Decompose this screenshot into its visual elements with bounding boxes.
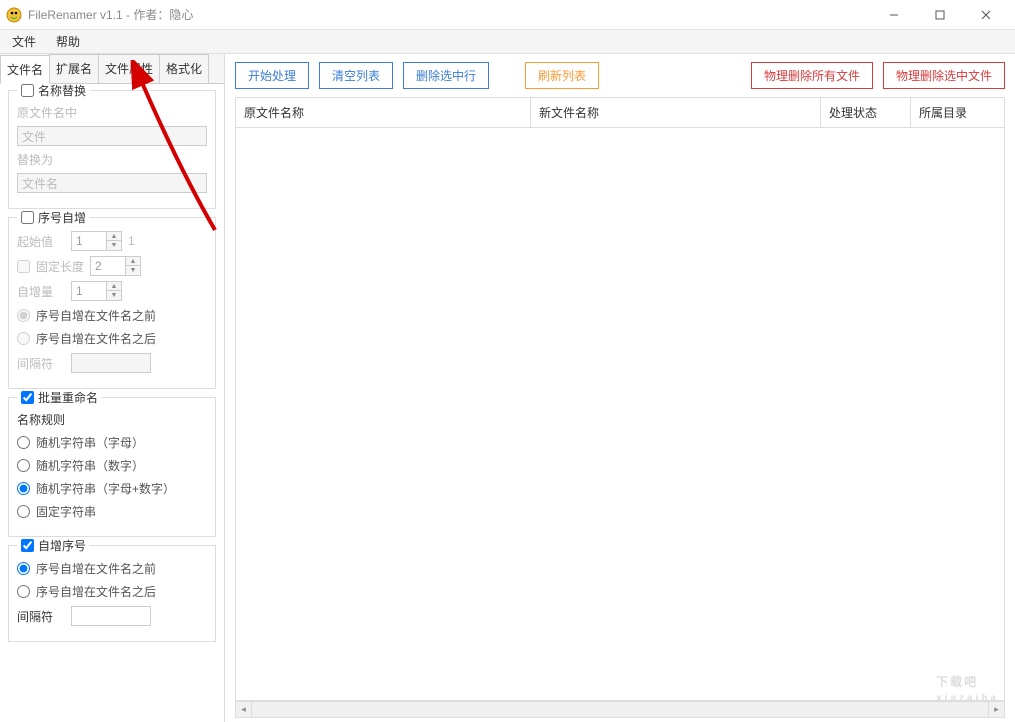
col-status[interactable]: 处理状态 — [821, 98, 911, 127]
horizontal-scrollbar[interactable]: ◂ ▸ — [235, 701, 1005, 718]
col-original[interactable]: 原文件名称 — [236, 98, 531, 127]
replace-to-input[interactable] — [17, 173, 207, 193]
chevron-down-icon[interactable]: ▼ — [107, 241, 121, 250]
autoinc-after-radio[interactable] — [17, 332, 30, 345]
start-suffix: 1 — [128, 234, 135, 248]
start-button[interactable]: 开始处理 — [235, 62, 309, 89]
group-replace: 名称替换 原文件名中 替换为 — [8, 90, 216, 209]
incseq-legend: 自增序号 — [38, 537, 86, 554]
titlebar: FileRenamer v1.1 - 作者：隐心 — [0, 0, 1015, 30]
autoinc-before-radio[interactable] — [17, 309, 30, 322]
fixedlen-label: 固定长度 — [36, 258, 84, 275]
tab-filename[interactable]: 文件名 — [0, 55, 50, 84]
incseq-after-radio[interactable] — [17, 585, 30, 598]
start-spinner[interactable]: ▲▼ — [71, 231, 122, 251]
left-panel: 文件名 扩展名 文件属性 格式化 名称替换 原文件名中 替换为 — [0, 54, 225, 722]
autoinc-checkbox[interactable] — [21, 211, 34, 224]
batch-checkbox[interactable] — [21, 391, 34, 404]
replace-from-input[interactable] — [17, 126, 207, 146]
batch-alpha-radio[interactable] — [17, 436, 30, 449]
delete-selected-button[interactable]: 删除选中行 — [403, 62, 489, 89]
chevron-down-icon[interactable]: ▼ — [107, 291, 121, 300]
tab-attributes[interactable]: 文件属性 — [98, 54, 160, 83]
autoinc-sep-input[interactable] — [71, 353, 151, 373]
tab-format[interactable]: 格式化 — [159, 54, 209, 83]
chevron-up-icon[interactable]: ▲ — [107, 282, 121, 291]
batch-digit-radio[interactable] — [17, 459, 30, 472]
step-label: 自增量 — [17, 283, 65, 300]
chevron-down-icon[interactable]: ▼ — [126, 266, 140, 275]
batch-digit-label: 随机字符串（数字） — [36, 457, 144, 474]
table-header: 原文件名称 新文件名称 处理状态 所属目录 — [235, 97, 1005, 128]
left-tabs: 文件名 扩展名 文件属性 格式化 — [0, 54, 224, 84]
batch-legend: 批量重命名 — [38, 389, 98, 406]
batch-alnum-radio[interactable] — [17, 482, 30, 495]
batch-alnum-label: 随机字符串（字母+数字） — [36, 480, 175, 497]
scroll-right-icon[interactable]: ▸ — [988, 701, 1005, 718]
autoinc-sep-label: 间隔符 — [17, 355, 65, 372]
autoinc-after-label: 序号自增在文件名之后 — [36, 330, 156, 347]
menubar: 文件 帮助 — [0, 30, 1015, 54]
col-dir[interactable]: 所属目录 — [911, 98, 1005, 127]
group-autoinc: 序号自增 起始值 ▲▼ 1 固定长度 ▲▼ 自增量 ▲▼ 序号自增在文件名之前 — [8, 217, 216, 389]
minimize-button[interactable] — [871, 0, 917, 30]
maximize-button[interactable] — [917, 0, 963, 30]
hard-delete-selected-button[interactable]: 物理删除选中文件 — [883, 62, 1005, 89]
left-content: 名称替换 原文件名中 替换为 序号自增 起始值 ▲▼ 1 — [0, 84, 224, 722]
step-spinner[interactable]: ▲▼ — [71, 281, 122, 301]
incseq-sep-label: 间隔符 — [17, 608, 65, 625]
incseq-sep-input[interactable] — [71, 606, 151, 626]
incseq-checkbox[interactable] — [21, 539, 34, 552]
group-batch: 批量重命名 名称规则 随机字符串（字母） 随机字符串（数字） 随机字符串（字母+… — [8, 397, 216, 537]
incseq-before-label: 序号自增在文件名之前 — [36, 560, 156, 577]
autoinc-before-label: 序号自增在文件名之前 — [36, 307, 156, 324]
replace-checkbox[interactable] — [21, 84, 34, 97]
toolbar: 开始处理 清空列表 删除选中行 刷新列表 物理删除所有文件 物理删除选中文件 — [225, 54, 1015, 97]
menu-file[interactable]: 文件 — [12, 33, 36, 50]
replace-to-label: 替换为 — [17, 151, 65, 168]
group-incseq: 自增序号 序号自增在文件名之前 序号自增在文件名之后 间隔符 — [8, 545, 216, 642]
hard-delete-all-button[interactable]: 物理删除所有文件 — [751, 62, 873, 89]
fixedlen-spinner[interactable]: ▲▼ — [90, 256, 141, 276]
batch-alpha-label: 随机字符串（字母） — [36, 434, 144, 451]
replace-from-label: 原文件名中 — [17, 104, 77, 121]
col-new[interactable]: 新文件名称 — [531, 98, 821, 127]
refresh-button[interactable]: 刷新列表 — [525, 62, 599, 89]
chevron-up-icon[interactable]: ▲ — [126, 257, 140, 266]
scroll-left-icon[interactable]: ◂ — [235, 701, 252, 718]
incseq-before-radio[interactable] — [17, 562, 30, 575]
batch-fixed-label: 固定字符串 — [36, 503, 96, 520]
window-title: FileRenamer v1.1 - 作者：隐心 — [28, 6, 871, 23]
tab-extension[interactable]: 扩展名 — [49, 54, 99, 83]
autoinc-legend: 序号自增 — [38, 209, 86, 226]
fixedlen-checkbox[interactable] — [17, 260, 30, 273]
right-panel: 开始处理 清空列表 删除选中行 刷新列表 物理删除所有文件 物理删除选中文件 原… — [225, 54, 1015, 722]
app-icon — [6, 7, 22, 23]
scroll-track[interactable] — [252, 701, 988, 718]
menu-help[interactable]: 帮助 — [56, 33, 80, 50]
table-body[interactable] — [235, 128, 1005, 701]
replace-legend: 名称替换 — [38, 84, 86, 99]
close-button[interactable] — [963, 0, 1009, 30]
batch-fixed-radio[interactable] — [17, 505, 30, 518]
chevron-up-icon[interactable]: ▲ — [107, 232, 121, 241]
clear-button[interactable]: 清空列表 — [319, 62, 393, 89]
start-label: 起始值 — [17, 233, 65, 250]
incseq-after-label: 序号自增在文件名之后 — [36, 583, 156, 600]
batch-rule-label: 名称规则 — [17, 411, 65, 428]
